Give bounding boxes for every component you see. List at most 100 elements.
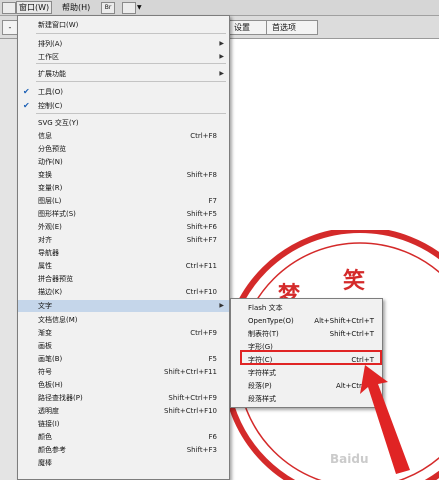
window-menu-item[interactable]: 图层(L) F7 <box>18 195 229 207</box>
window-menu-item[interactable]: 拼合器预览 <box>18 273 229 285</box>
window-menu-item[interactable]: 颜色 F6 <box>18 431 229 443</box>
submenu-item-label: Flash 文本 <box>248 304 283 312</box>
window-menu-item[interactable]: 渐变 Ctrl+F9 <box>18 327 229 339</box>
menu-item-label: 外观(E) <box>38 223 62 231</box>
window-menu-item[interactable]: 扩展功能 ▶ <box>18 68 229 80</box>
menu-item-label: 图形样式(S) <box>38 210 76 218</box>
watermark: Baidu <box>330 452 369 466</box>
window-menu-item[interactable]: 变量(R) <box>18 182 229 194</box>
window-menu-item[interactable]: 魔棒 <box>18 457 229 469</box>
layout-dropdown-arrow-icon[interactable]: ▼ <box>135 2 144 13</box>
menu-item-label: 变换 <box>38 171 52 179</box>
menu-item-shortcut: F7 <box>208 197 217 205</box>
menu-item-label: SVG 交互(Y) <box>38 119 79 127</box>
menu-item-label: 工具(O) <box>38 88 63 96</box>
text-submenu-item[interactable]: 制表符(T) Shift+Ctrl+T <box>231 328 382 340</box>
menu-item-shortcut: F6 <box>208 433 217 441</box>
menu-item-shortcut: Shift+F3 <box>186 446 217 454</box>
submenu-arrow-icon: ▶ <box>219 302 224 309</box>
menu-item-shortcut: Ctrl+F10 <box>185 288 217 296</box>
window-menu-item[interactable]: 分色预览 <box>18 143 229 155</box>
window-menu-item[interactable]: 排列(A) ▶ <box>18 38 229 50</box>
menu-window[interactable]: 窗口(W) <box>16 1 53 14</box>
menu-item-label: 链接(I) <box>38 420 60 428</box>
menu-item-label: 颜色参考 <box>38 446 66 454</box>
menu-item-shortcut: Ctrl+F8 <box>190 132 217 140</box>
menu-item-shortcut: Ctrl+F9 <box>190 329 217 337</box>
window-menu-item[interactable]: 信息 Ctrl+F8 <box>18 130 229 142</box>
window-menu-item[interactable]: 链接(I) <box>18 418 229 430</box>
document-setup-button[interactable]: 设置 <box>228 20 270 35</box>
submenu-arrow-icon: ▶ <box>219 53 224 60</box>
menu-item-shortcut: Shift+Ctrl+F9 <box>168 394 217 402</box>
window-menu-item[interactable]: 色板(H) <box>18 379 229 391</box>
window-menu-item[interactable]: 文字 ▶ <box>18 300 229 312</box>
text-submenu-item[interactable]: OpenType(O) Alt+Shift+Ctrl+T <box>231 315 382 327</box>
menu-item-label: 透明度 <box>38 407 59 415</box>
window-menu: 新建窗口(W) 排列(A) ▶ 工作区 ▶ 扩展功能 ▶ ✔ 工具(O) ✔ 控制(C) SVG 交互… <box>17 15 230 480</box>
window-menu-item[interactable]: 透明度 Shift+Ctrl+F10 <box>18 405 229 417</box>
window-menu-item[interactable]: ✔ 控制(C) <box>18 100 229 112</box>
window-menu-item[interactable]: 颜色参考 Shift+F3 <box>18 444 229 456</box>
window-menu-item[interactable]: 导航器 <box>18 247 229 259</box>
window-menu-item[interactable]: 符号 Shift+Ctrl+F11 <box>18 366 229 378</box>
seal-char-2: 笑 <box>343 268 365 294</box>
menu-item-label: 描边(K) <box>38 288 63 296</box>
window-menu-item[interactable]: 画板 <box>18 340 229 352</box>
submenu-item-label: 段落(P) <box>248 382 272 390</box>
window-menu-item[interactable]: 属性 Ctrl+F11 <box>18 260 229 272</box>
window-menu-item[interactable]: 对齐 Shift+F7 <box>18 234 229 246</box>
submenu-item-shortcut: Shift+Ctrl+T <box>329 330 374 338</box>
window-menu-item[interactable]: SVG 交互(Y) <box>18 117 229 129</box>
menu-item-label: 排列(A) <box>38 40 63 48</box>
window-menu-item[interactable]: 变换 Shift+F8 <box>18 169 229 181</box>
window-menu-item[interactable]: 动作(N) <box>18 156 229 168</box>
window-menu-item[interactable]: 新建窗口(W) <box>18 19 229 31</box>
layout-icon[interactable] <box>122 2 136 14</box>
menu-item-shortcut: Ctrl+F11 <box>185 262 217 270</box>
app-icon[interactable] <box>2 2 16 14</box>
menu-separator <box>36 63 226 64</box>
submenu-arrow-icon: ▶ <box>219 40 224 47</box>
submenu-item-shortcut: Alt+Shift+Ctrl+T <box>314 317 374 325</box>
menu-item-label: 图层(L) <box>38 197 62 205</box>
window-menu-item[interactable]: 文档信息(M) <box>18 314 229 326</box>
menu-separator <box>36 113 226 114</box>
menu-item-label: 属性 <box>38 262 52 270</box>
window-menu-item[interactable]: 图形样式(S) Shift+F5 <box>18 208 229 220</box>
menu-item-label: 新建窗口(W) <box>38 21 79 29</box>
menu-item-label: 色板(H) <box>38 381 63 389</box>
window-menu-item[interactable]: 工作区 ▶ <box>18 51 229 63</box>
menu-item-label: 画板 <box>38 342 52 350</box>
menubar: 窗口(W) 帮助(H) Br ▼ <box>0 0 439 16</box>
menu-item-label: 动作(N) <box>38 158 63 166</box>
menu-item-shortcut: Shift+F6 <box>186 223 217 231</box>
menu-item-label: 颜色 <box>38 433 52 441</box>
window-menu-item[interactable]: 路径查找器(P) Shift+Ctrl+F9 <box>18 392 229 404</box>
menu-item-label: 扩展功能 <box>38 70 66 78</box>
checkmark-icon: ✔ <box>23 87 30 96</box>
preferences-button[interactable]: 首选项 <box>266 20 318 35</box>
submenu-arrow-icon: ▶ <box>219 70 224 77</box>
window-menu-item[interactable]: 描边(K) Ctrl+F10 <box>18 286 229 298</box>
menu-item-label: 符号 <box>38 368 52 376</box>
menu-separator <box>36 33 226 34</box>
menu-item-shortcut: Shift+F7 <box>186 236 217 244</box>
menu-item-label: 文字 <box>38 302 52 310</box>
window-menu-item[interactable]: 画笔(B) F5 <box>18 353 229 365</box>
menu-item-shortcut: Shift+Ctrl+F10 <box>163 407 217 415</box>
bridge-icon[interactable]: Br <box>101 2 115 14</box>
window-menu-item[interactable]: 外观(E) Shift+F6 <box>18 221 229 233</box>
annotation-arrow <box>360 365 410 474</box>
menu-help[interactable]: 帮助(H) <box>60 2 92 13</box>
menu-item-label: 渐变 <box>38 329 52 337</box>
submenu-item-label: 字符样式 <box>248 369 276 377</box>
toolbar-left-button[interactable]: - <box>2 20 18 35</box>
menu-item-label: 信息 <box>38 132 52 140</box>
menu-item-label: 魔棒 <box>38 459 52 467</box>
menu-item-shortcut: Shift+F5 <box>186 210 217 218</box>
submenu-item-label: 段落样式 <box>248 395 276 403</box>
menu-item-label: 路径查找器(P) <box>38 394 83 402</box>
window-menu-item[interactable]: ✔ 工具(O) <box>18 86 229 98</box>
text-submenu-item[interactable]: Flash 文本 <box>231 302 382 314</box>
